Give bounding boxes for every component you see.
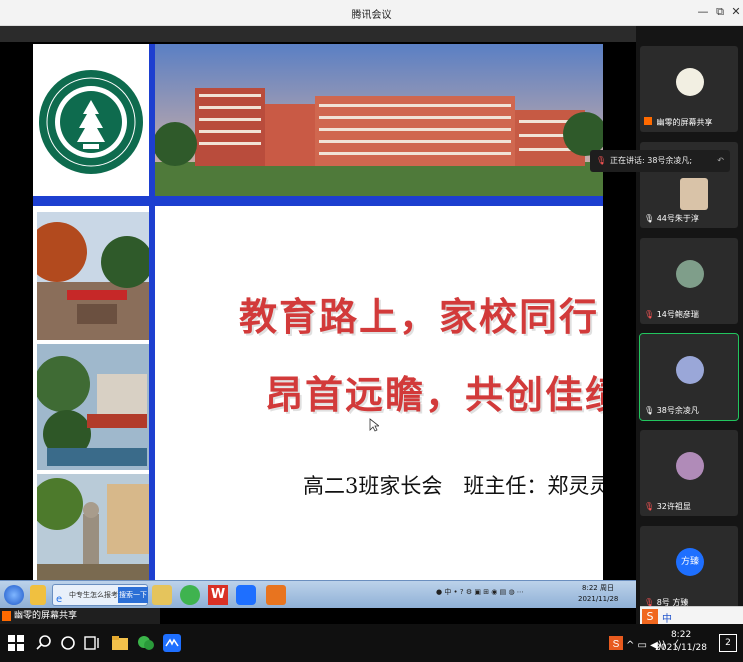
- system-clock[interactable]: 8:22 2021/11/28: [655, 629, 707, 655]
- cortana-icon[interactable]: [58, 633, 78, 653]
- collapse-icon[interactable]: ↶: [717, 150, 724, 172]
- participant-tile[interactable]: 🎙 32许祖显: [640, 430, 738, 516]
- folder-icon[interactable]: [152, 585, 172, 605]
- participant-name: 🎙 38号余凌凡: [644, 405, 699, 416]
- wps-icon[interactable]: W: [208, 585, 228, 605]
- school-building-photo: [155, 44, 603, 196]
- close-button[interactable]: ✕: [729, 4, 743, 20]
- file-explorer-icon[interactable]: [110, 633, 130, 653]
- participant-name: 🎙 32许祖显: [644, 501, 691, 512]
- avatar: [676, 68, 704, 96]
- presentation-slide: 教育路上，家校同行 昂首远瞻，共创佳绩 高二3班家长会 班主任：郑灵灵: [33, 44, 603, 580]
- participants-panel: 幽零的屏幕共享 🎙 44号朱于淳 🎙 14号鲍彦瑞 🎙 38号余凌凡 🎙 32许…: [636, 26, 743, 624]
- search-icon[interactable]: [34, 633, 54, 653]
- participant-tile[interactable]: 🎙 14号鲍彦瑞: [640, 238, 738, 324]
- mic-muted-icon: 🎙: [644, 310, 655, 319]
- mic-muted-icon: 🎙: [644, 502, 655, 511]
- mic-icon: 🎙: [644, 406, 655, 415]
- title-bar: 腾讯会议 — ⧉ ✕: [0, 0, 743, 26]
- participant-name-label: 14号鲍彦瑞: [656, 310, 699, 319]
- shared-pc-taskbar: e 中专生怎么报考... 搜索一下 W ● 中 • ? ⚙ ▣ ⊞ ◉ ▤ ◍ …: [0, 580, 636, 608]
- browser-360-icon[interactable]: [180, 585, 200, 605]
- shared-pc-clock: 8:22 周日 2021/11/28: [578, 583, 618, 605]
- search-button[interactable]: 搜索一下: [118, 587, 148, 603]
- slide-divider-vertical: [149, 44, 155, 580]
- school-logo: [33, 44, 149, 198]
- mic-icon: 🎙: [596, 156, 607, 165]
- sogou-tray-icon[interactable]: S: [606, 633, 626, 653]
- avatar: [676, 260, 704, 288]
- ime-toolbar[interactable]: S 中: [640, 606, 743, 626]
- video-feed: [680, 178, 708, 210]
- share-indicator-label: 幽零的屏幕共享: [14, 611, 78, 621]
- os-taskbar: S ^ ▭ ◀)) 〈 8:22 2021/11/28 2: [0, 624, 743, 662]
- ie-icon: e: [56, 594, 63, 605]
- speaking-indicator: 🎙 正在讲话: 38号余凌凡; ↶: [590, 150, 730, 172]
- browser-tab-label: 中专生怎么报考...: [69, 591, 125, 599]
- notification-button[interactable]: 2: [719, 634, 737, 652]
- windows-start-icon[interactable]: [6, 633, 26, 653]
- campus-photo-2: [37, 344, 149, 470]
- avatar: [676, 356, 704, 384]
- participant-name: 幽零的屏幕共享: [644, 117, 713, 128]
- participant-name-label: 幽零的屏幕共享: [656, 118, 713, 127]
- slide-title-line-1: 教育路上，家校同行: [239, 294, 600, 339]
- participant-tile-active[interactable]: 🎙 38号余凌凡: [639, 333, 739, 421]
- share-indicator: 幽零的屏幕共享: [0, 608, 160, 624]
- task-view-icon[interactable]: [82, 633, 102, 653]
- ime-mode[interactable]: 中: [662, 610, 672, 625]
- clock-time: 8:22: [670, 630, 692, 640]
- avatar: 方臻: [676, 548, 704, 576]
- shared-pc-time: 8:22 周日: [582, 584, 614, 592]
- participant-name: 🎙 14号鲍彦瑞: [644, 309, 699, 320]
- shared-screen: 教育路上，家校同行 昂首远瞻，共创佳绩 高二3班家长会 班主任：郑灵灵 e 中专…: [0, 42, 636, 608]
- wechat-icon[interactable]: [136, 633, 156, 653]
- shared-pc-date: 2021/11/28: [578, 595, 619, 603]
- sogou-icon: S: [642, 609, 658, 625]
- shared-pc-tray: ● 中 • ? ⚙ ▣ ⊞ ◉ ▤ ◍ ⋯: [436, 588, 524, 596]
- slide-subtitle: 高二3班家长会 班主任：郑灵灵: [303, 474, 603, 498]
- participant-tile[interactable]: 方臻 🎙 8号 方臻: [640, 526, 738, 612]
- clock-date: 2021/11/28: [655, 643, 707, 653]
- mic-icon: 🎙: [644, 214, 655, 223]
- player-icon[interactable]: [266, 585, 286, 605]
- svg-text:S: S: [613, 639, 620, 650]
- participant-name-label: 44号朱于淳: [656, 214, 699, 223]
- tencent-meeting-icon[interactable]: [162, 633, 182, 653]
- restore-button[interactable]: ⧉: [713, 4, 727, 20]
- share-icon: [2, 611, 11, 621]
- mouse-cursor-icon: [369, 418, 379, 432]
- minimize-button[interactable]: —: [696, 4, 710, 20]
- participant-name-label: 38号余凌凡: [656, 406, 699, 415]
- speaking-label: 正在讲话: 38号余凌凡;: [610, 156, 693, 165]
- window-title: 腾讯会议: [351, 10, 392, 21]
- participant-tile[interactable]: 幽零的屏幕共享: [640, 46, 738, 132]
- campus-photo-3: [37, 474, 149, 580]
- slide-title-line-2: 昂首远瞻，共创佳绩: [265, 372, 603, 417]
- tencent-meeting-icon[interactable]: [236, 585, 256, 605]
- meeting-toolbar: [0, 26, 636, 42]
- campus-photo-1: [37, 212, 149, 340]
- app-icon[interactable]: [30, 585, 46, 605]
- start-orb-icon[interactable]: [4, 585, 24, 605]
- participant-name: 🎙 44号朱于淳: [644, 213, 699, 224]
- participant-name-label: 32许祖显: [656, 502, 691, 511]
- slide-divider-horizontal: [33, 196, 603, 206]
- share-icon: [644, 117, 652, 125]
- avatar: [676, 452, 704, 480]
